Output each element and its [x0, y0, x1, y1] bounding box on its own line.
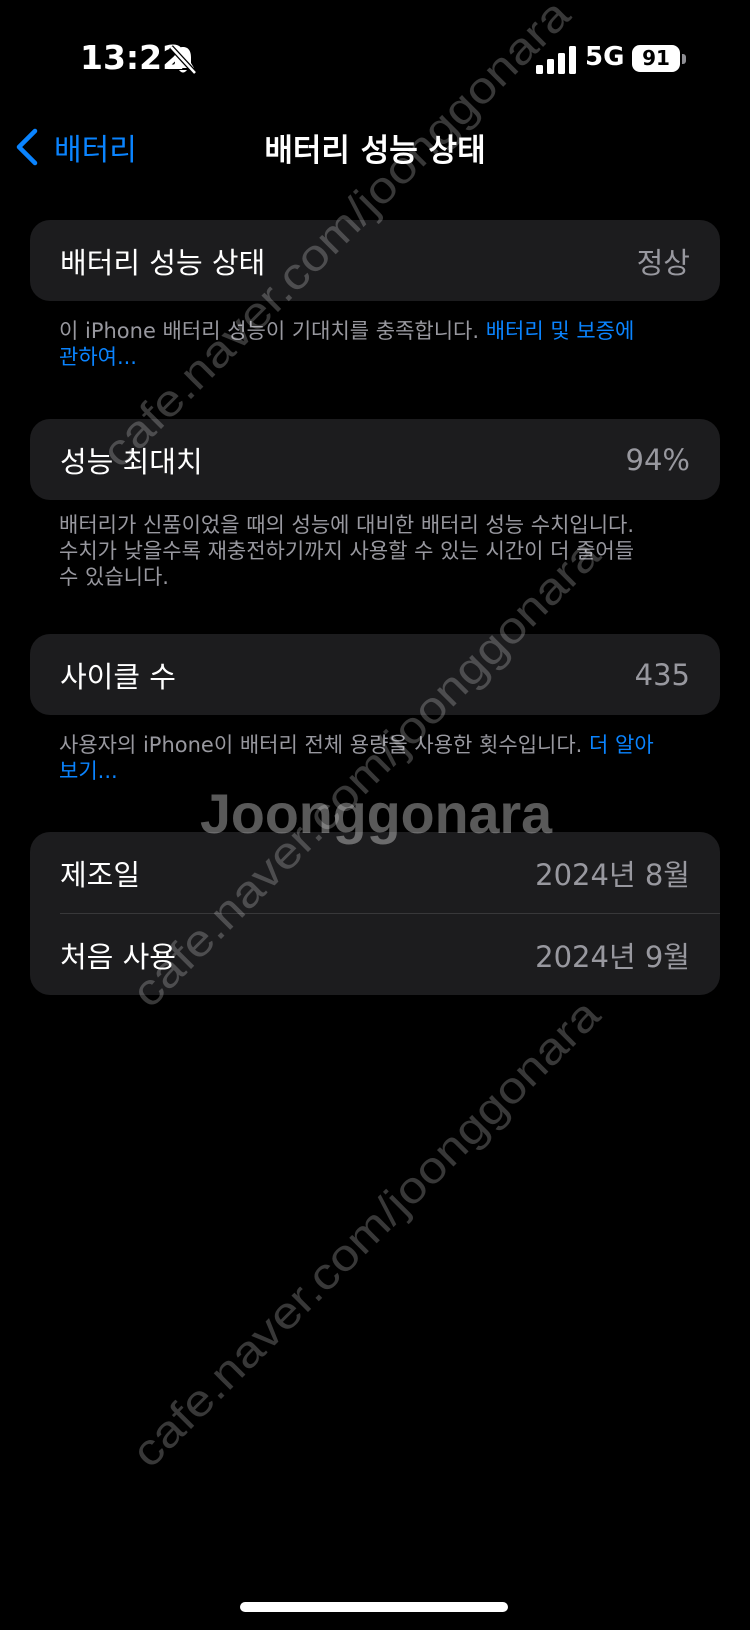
cycle-count-row: 사이클 수 435: [30, 634, 720, 715]
cycle-count-label: 사이클 수: [60, 659, 176, 694]
dates-card: 제조일 2024년 8월 처음 사용 2024년 9월: [30, 832, 720, 995]
battery-health-card: 배터리 성능 상태 정상: [30, 220, 720, 301]
battery-health-footnote-text: 이 iPhone 배터리 성능이 기대치를 충족합니다.: [59, 319, 486, 343]
cycle-count-footnote-text: 사용자의 iPhone이 배터리 전체 용량을 사용한 횟수입니다.: [59, 733, 590, 757]
manufacture-date-value: 2024년 8월: [535, 857, 690, 892]
max-capacity-card: 성능 최대치 94%: [30, 419, 720, 500]
cycle-count-card: 사이클 수 435: [30, 634, 720, 715]
cycle-count-footnote: 사용자의 iPhone이 배터리 전체 용량을 사용한 횟수입니다. 더 알아보…: [59, 732, 659, 784]
max-capacity-value: 94%: [625, 442, 690, 477]
silent-bell-icon: [169, 45, 197, 75]
network-type: 5G: [585, 42, 625, 72]
watermark-url: cafe.naver.com/joonggonara: [122, 989, 610, 1477]
first-use-row: 처음 사용 2024년 9월: [30, 914, 720, 995]
cellular-signal-icon: [536, 46, 576, 74]
battery-icon: 91: [632, 45, 680, 72]
battery-health-row: 배터리 성능 상태 정상: [30, 220, 720, 301]
home-indicator[interactable]: [240, 1602, 508, 1612]
navigation-bar: 배터리 배터리 성능 상태: [0, 115, 750, 175]
max-capacity-row: 성능 최대치 94%: [30, 419, 720, 500]
battery-health-value: 정상: [636, 245, 690, 280]
cycle-count-value: 435: [634, 657, 690, 692]
page-title: 배터리 성능 상태: [264, 133, 486, 169]
battery-health-footnote: 이 iPhone 배터리 성능이 기대치를 충족합니다. 배터리 및 보증에 관…: [59, 318, 659, 370]
first-use-value: 2024년 9월: [535, 939, 690, 974]
first-use-label: 처음 사용: [60, 939, 176, 974]
max-capacity-footnote: 배터리가 신품이었을 때의 성능에 대비한 배터리 성능 수치입니다. 수치가 …: [59, 513, 635, 589]
battery-nub: [682, 54, 686, 64]
status-bar: 13:22 5G 91: [0, 0, 750, 120]
manufacture-date-label: 제조일: [60, 857, 141, 892]
max-capacity-label: 성능 최대치: [60, 444, 203, 479]
battery-health-label: 배터리 성능 상태: [60, 245, 266, 280]
manufacture-date-row: 제조일 2024년 8월: [30, 832, 720, 913]
